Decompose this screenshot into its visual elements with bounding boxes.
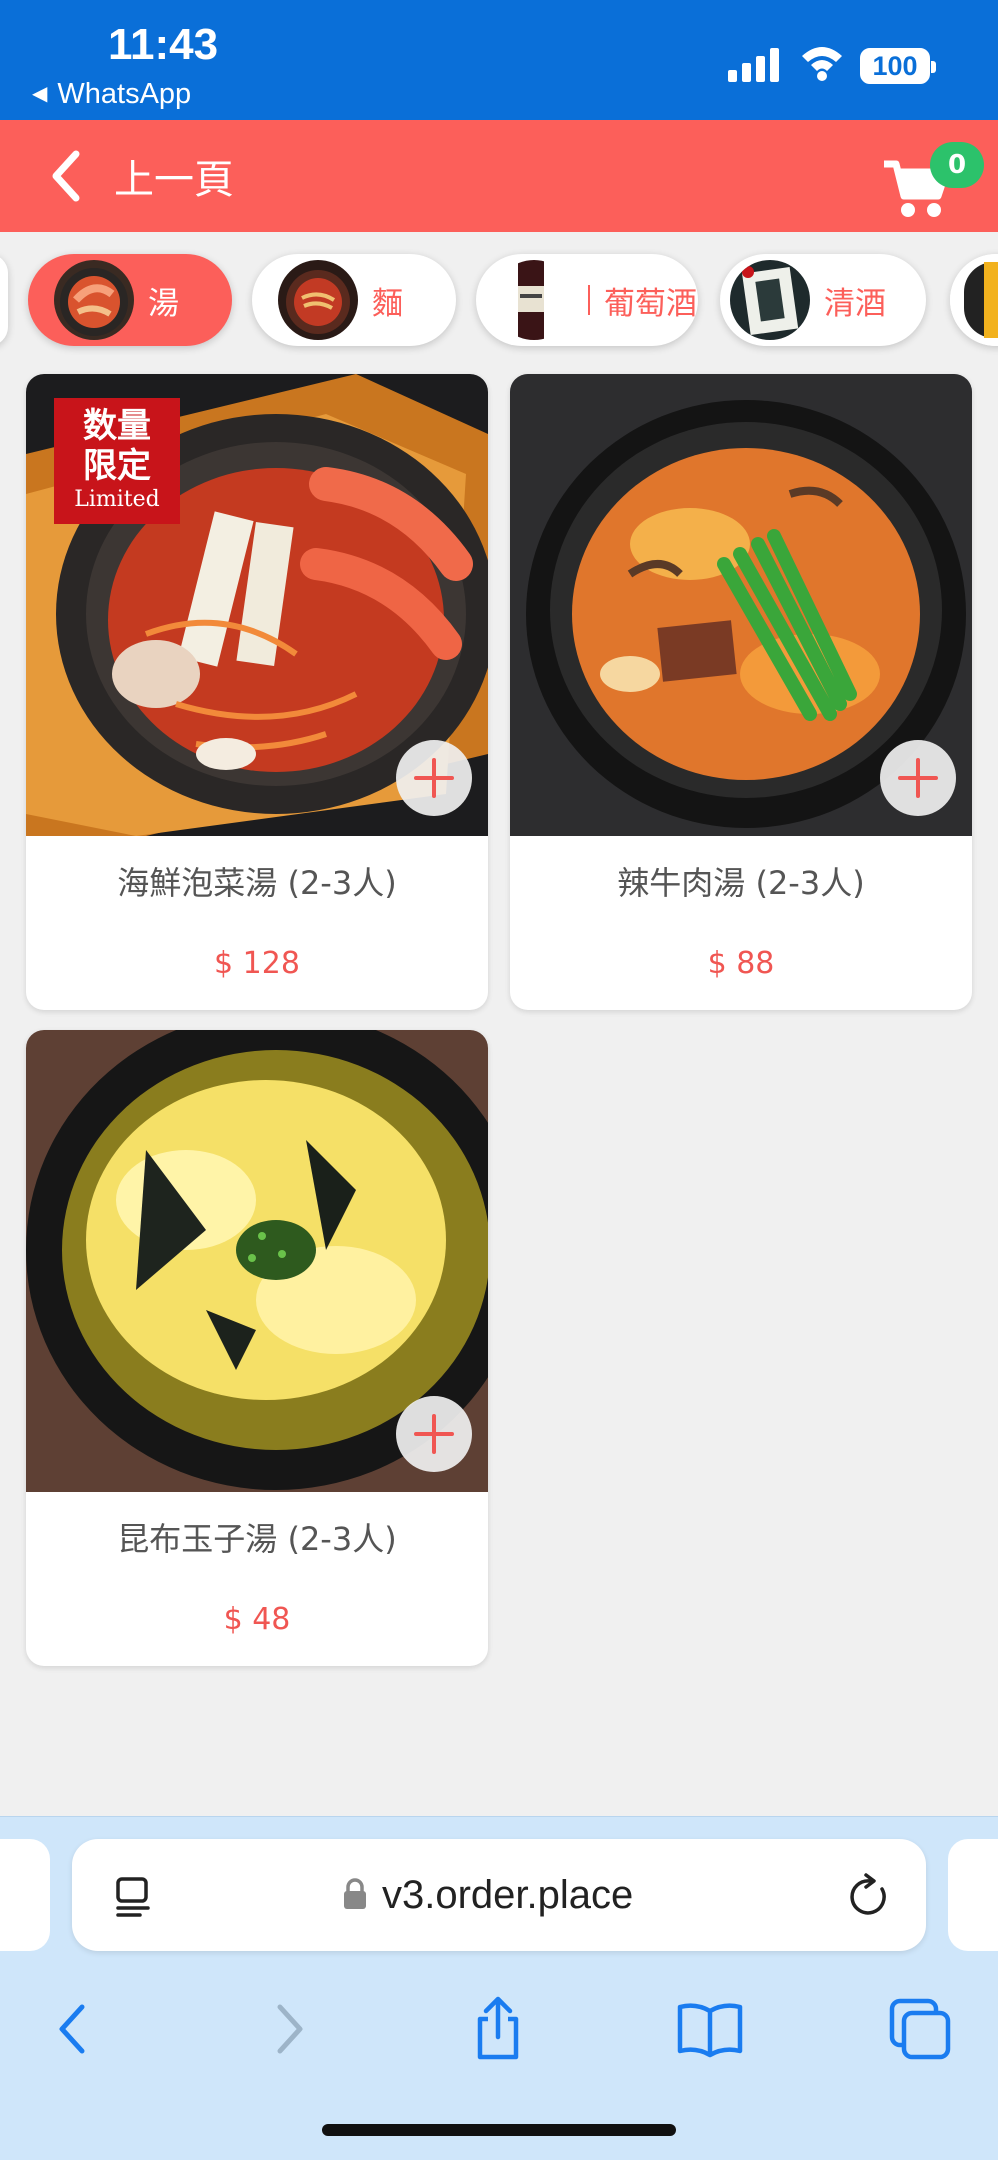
product-price: $ 128 [214,946,300,981]
back-label: 上一頁 [114,157,234,203]
plus-icon [898,758,938,798]
add-to-cart-button[interactable] [396,740,472,816]
add-to-cart-button[interactable] [396,1396,472,1472]
back-button[interactable]: 上一頁 [48,144,234,208]
status-bar: 11:43 ◀ WhatsApp 100 [0,0,998,120]
category-label: 麵 [372,285,403,322]
reader-mode-icon[interactable] [114,1875,154,1919]
lock-icon [344,1878,366,1909]
product-card-seafood-kimchi-soup[interactable]: 数量 限定 Limited 海鮮泡菜湯 (2-3人) $ 128 [26,374,488,1010]
chevron-left-icon [59,2004,85,2054]
soup-thumbnail-icon [54,260,134,340]
category-pill-offscreen-left[interactable] [0,254,8,346]
product-name: 辣牛肉湯 (2-3人) [617,864,865,902]
next-tab-preview[interactable] [948,1839,998,1951]
sake-bottle-thumbnail-icon [730,260,810,340]
book-icon [677,2003,743,2058]
plus-icon [414,1414,454,1454]
chevron-right-icon [277,2004,303,2054]
category-label: 葡萄酒 [604,285,697,322]
wine-bottle-thumbnail-icon [494,260,574,340]
category-label: 湯 [148,285,179,322]
address-bar[interactable]: v3.order.place [72,1839,926,1951]
tabs-button[interactable] [884,1993,956,2065]
back-app-label: WhatsApp [57,78,192,110]
cart-count-badge: 0 [930,142,984,188]
app-header: 上一頁 0 [0,120,998,232]
cart-button[interactable]: 0 [874,142,984,218]
share-button[interactable] [462,1993,534,2065]
product-card-kelp-egg-soup[interactable]: 昆布玉子湯 (2-3人) $ 48 [26,1030,488,1666]
category-pill-sake[interactable]: 清酒 [720,254,926,346]
reload-icon[interactable] [846,1871,892,1919]
limited-quantity-badge: 数量 限定 Limited [54,398,180,524]
forward-nav-button[interactable] [252,1993,324,2065]
url-text: v3.order.place [382,1873,634,1917]
battery-icon: 100 [860,48,936,84]
noodles-thumbnail-icon [278,260,358,340]
category-label: 清酒 [824,285,886,322]
back-triangle-icon: ◀ [32,83,48,105]
category-divider [588,285,590,315]
plus-icon [414,758,454,798]
category-pill-noodles[interactable]: 麵 [252,254,456,346]
category-pill-wine[interactable]: 葡萄酒 [476,254,698,346]
wifi-icon [802,47,842,81]
product-name: 海鮮泡菜湯 (2-3人) [117,864,397,902]
status-time: 11:43 [108,20,219,69]
category-bar: 湯 麵 葡萄酒 清酒 [0,232,998,364]
cellular-signal-icon [728,48,779,82]
category-pill-offscreen-right[interactable] [950,254,998,346]
home-indicator [322,2124,676,2136]
share-icon [477,1996,519,2060]
product-name: 昆布玉子湯 (2-3人) [117,1520,397,1558]
back-to-whatsapp[interactable]: ◀ WhatsApp [32,78,191,111]
browser-toolbar: v3.order.place [0,1816,998,2160]
bookmarks-button[interactable] [674,1993,746,2065]
add-to-cart-button[interactable] [880,740,956,816]
tabs-icon [889,1998,951,2060]
category-pill-soup[interactable]: 湯 [28,254,232,346]
product-card-spicy-beef-soup[interactable]: 辣牛肉湯 (2-3人) $ 88 [510,374,972,1010]
chevron-left-icon [52,150,80,202]
previous-tab-preview[interactable] [0,1839,50,1951]
product-price: $ 88 [707,946,775,981]
back-nav-button[interactable] [38,1993,110,2065]
product-price: $ 48 [223,1602,291,1637]
